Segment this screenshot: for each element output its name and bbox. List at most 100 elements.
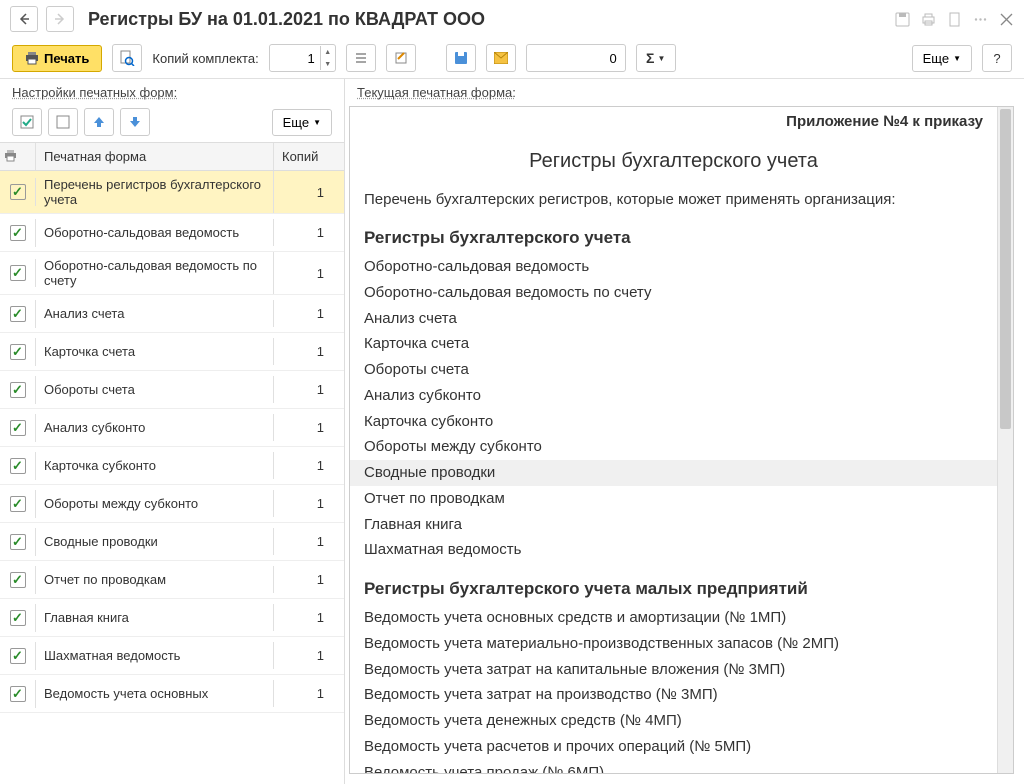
list-header: Печатная форма Копий xyxy=(0,142,344,171)
spinner-up-icon[interactable]: ▲ xyxy=(321,46,335,58)
close-icon[interactable] xyxy=(998,11,1014,27)
row-copies: 1 xyxy=(274,219,344,246)
doc-line: Ведомость учета продаж (№ 6МП) xyxy=(350,760,997,774)
doc-line: Ведомость учета денежных средств (№ 4МП) xyxy=(350,708,997,734)
row-checkbox[interactable]: ✓ xyxy=(10,344,26,360)
back-button[interactable] xyxy=(10,6,38,32)
table-row[interactable]: ✓Карточка субконто1 xyxy=(0,447,344,485)
col-print-header[interactable] xyxy=(0,143,36,170)
row-copies: 1 xyxy=(274,528,344,555)
doc-line: Ведомость учета расчетов и прочих операц… xyxy=(350,734,997,760)
row-checkbox[interactable]: ✓ xyxy=(10,265,26,281)
check-all-button[interactable] xyxy=(12,108,42,136)
copies-label: Копий комплекта: xyxy=(152,51,258,66)
col-copies-header[interactable]: Копий xyxy=(274,143,344,170)
save-icon[interactable] xyxy=(894,11,910,27)
row-copies: 1 xyxy=(274,338,344,365)
row-checkbox[interactable]: ✓ xyxy=(10,496,26,512)
row-checkbox[interactable]: ✓ xyxy=(10,458,26,474)
row-name: Оборотно-сальдовая ведомость по счету xyxy=(36,252,274,294)
scrollbar-thumb[interactable] xyxy=(1000,109,1011,429)
row-name: Карточка счета xyxy=(36,338,274,365)
print-button-label: Печать xyxy=(44,51,89,66)
print-button[interactable]: Печать xyxy=(12,45,102,72)
copies-spinner[interactable]: ▲ ▼ xyxy=(269,44,336,72)
page-title: Регистры БУ на 01.01.2021 по КВАДРАТ ООО xyxy=(88,9,886,30)
row-checkbox[interactable]: ✓ xyxy=(10,648,26,664)
row-checkbox[interactable]: ✓ xyxy=(10,306,26,322)
toolbar-list-button[interactable] xyxy=(346,44,376,72)
table-row[interactable]: ✓Отчет по проводкам1 xyxy=(0,561,344,599)
table-row[interactable]: ✓ Перечень регистров бухгалтерского учета… xyxy=(0,171,344,214)
row-copies: 1 xyxy=(274,604,344,631)
right-panel: Текущая печатная форма: Приложение №4 к … xyxy=(345,79,1024,784)
table-row[interactable]: ✓ Карточка счета1 xyxy=(0,333,344,371)
doc-line: Главная книга xyxy=(350,512,997,538)
table-row[interactable]: ✓Оборотно-сальдовая ведомость1 xyxy=(0,214,344,252)
row-name: Обороты между субконто xyxy=(36,490,274,517)
doc-line: Отчет по проводкам xyxy=(350,486,997,512)
table-row[interactable]: ✓Главная книга1 xyxy=(0,599,344,637)
table-row[interactable]: ✓ Обороты между субконто1 xyxy=(0,485,344,523)
doc-line: Карточка счета xyxy=(350,331,997,357)
row-checkbox[interactable]: ✓ xyxy=(10,534,26,550)
row-checkbox[interactable]: ✓ xyxy=(10,382,26,398)
row-checkbox[interactable]: ✓ xyxy=(10,610,26,626)
row-checkbox[interactable]: ✓ xyxy=(10,184,26,200)
doc-line: Анализ субконто xyxy=(350,383,997,409)
uncheck-all-button[interactable] xyxy=(48,108,78,136)
doc-line: Обороты счета xyxy=(350,357,997,383)
doc-line: Ведомость учета материально-производстве… xyxy=(350,631,997,657)
toolbar-more-button[interactable]: Еще▼ xyxy=(912,45,972,72)
document-icon[interactable] xyxy=(946,11,962,27)
left-toolbar: Еще▼ xyxy=(0,102,344,142)
table-row[interactable]: ✓Ведомость учета основных1 xyxy=(0,675,344,713)
row-copies: 1 xyxy=(274,490,344,517)
forward-button[interactable] xyxy=(46,6,74,32)
row-copies: 1 xyxy=(274,376,344,403)
doc-h2-2: Регистры бухгалтерского учета малых пред… xyxy=(350,573,997,605)
col-name-header[interactable]: Печатная форма xyxy=(36,143,274,170)
forms-list: Печатная форма Копий ✓ Перечень регистров… xyxy=(0,142,344,784)
print-icon[interactable] xyxy=(920,11,936,27)
move-down-button[interactable] xyxy=(120,108,150,136)
row-copies: 1 xyxy=(274,179,344,206)
doc-line: Карточка субконто xyxy=(350,409,997,435)
help-button[interactable]: ? xyxy=(982,44,1012,72)
toolbar-edit-button[interactable] xyxy=(386,44,416,72)
vertical-scrollbar[interactable] xyxy=(997,107,1013,773)
doc-line: Ведомость учета затрат на производство (… xyxy=(350,682,997,708)
move-up-button[interactable] xyxy=(84,108,114,136)
row-copies: 1 xyxy=(274,260,344,287)
doc-line: Ведомость учета основных средств и аморт… xyxy=(350,605,997,631)
doc-line: Сводные проводки xyxy=(350,460,997,486)
sigma-button[interactable]: Σ▼ xyxy=(636,44,676,72)
row-copies: 1 xyxy=(274,300,344,327)
left-more-button[interactable]: Еще▼ xyxy=(272,109,332,136)
toolbar-mail-button[interactable] xyxy=(486,44,516,72)
doc-h2-1: Регистры бухгалтерского учета xyxy=(350,222,997,254)
row-checkbox[interactable]: ✓ xyxy=(10,225,26,241)
spinner-down-icon[interactable]: ▼ xyxy=(321,58,335,70)
number-input[interactable] xyxy=(526,44,626,72)
row-checkbox[interactable]: ✓ xyxy=(10,686,26,702)
table-row[interactable]: ✓ Оборотно-сальдовая ведомость по счету1 xyxy=(0,252,344,295)
row-name: Перечень регистров бухгалтерского учета xyxy=(36,171,274,213)
doc-appendix-header: Приложение №4 к приказу xyxy=(350,107,997,136)
row-checkbox[interactable]: ✓ xyxy=(10,572,26,588)
document-viewer: Приложение №4 к приказу Регистры бухгалт… xyxy=(349,106,1014,774)
table-row[interactable]: ✓ Сводные проводки1 xyxy=(0,523,344,561)
doc-line: Ведомость учета затрат на капитальные вл… xyxy=(350,657,997,683)
copies-input[interactable] xyxy=(270,46,320,70)
table-row[interactable]: ✓Обороты счета1 xyxy=(0,371,344,409)
row-name: Сводные проводки xyxy=(36,528,274,555)
table-row[interactable]: ✓Анализ субконто1 xyxy=(0,409,344,447)
more-icon[interactable] xyxy=(972,11,988,27)
row-name: Шахматная ведомость xyxy=(36,642,274,669)
table-row[interactable]: ✓Шахматная ведомость1 xyxy=(0,637,344,675)
row-checkbox[interactable]: ✓ xyxy=(10,420,26,436)
table-row[interactable]: ✓ Анализ счета1 xyxy=(0,295,344,333)
toolbar-save-button[interactable] xyxy=(446,44,476,72)
preview-button[interactable] xyxy=(112,44,142,72)
row-name: Анализ счета xyxy=(36,300,274,327)
